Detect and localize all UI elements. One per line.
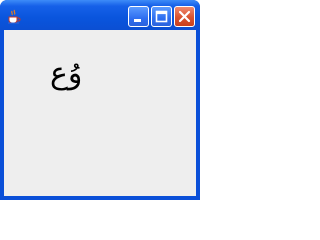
close-button[interactable] [174,6,195,27]
content-panel: وُع [4,30,196,196]
app-window: وُع [0,0,200,200]
minimize-icon [134,19,141,22]
title-bar[interactable] [0,0,200,30]
maximize-icon [155,10,168,23]
arabic-text-label: وُع [50,56,83,91]
java-cup-icon[interactable] [6,8,22,24]
close-icon [178,10,191,23]
minimize-button[interactable] [128,6,149,27]
maximize-button[interactable] [151,6,172,27]
